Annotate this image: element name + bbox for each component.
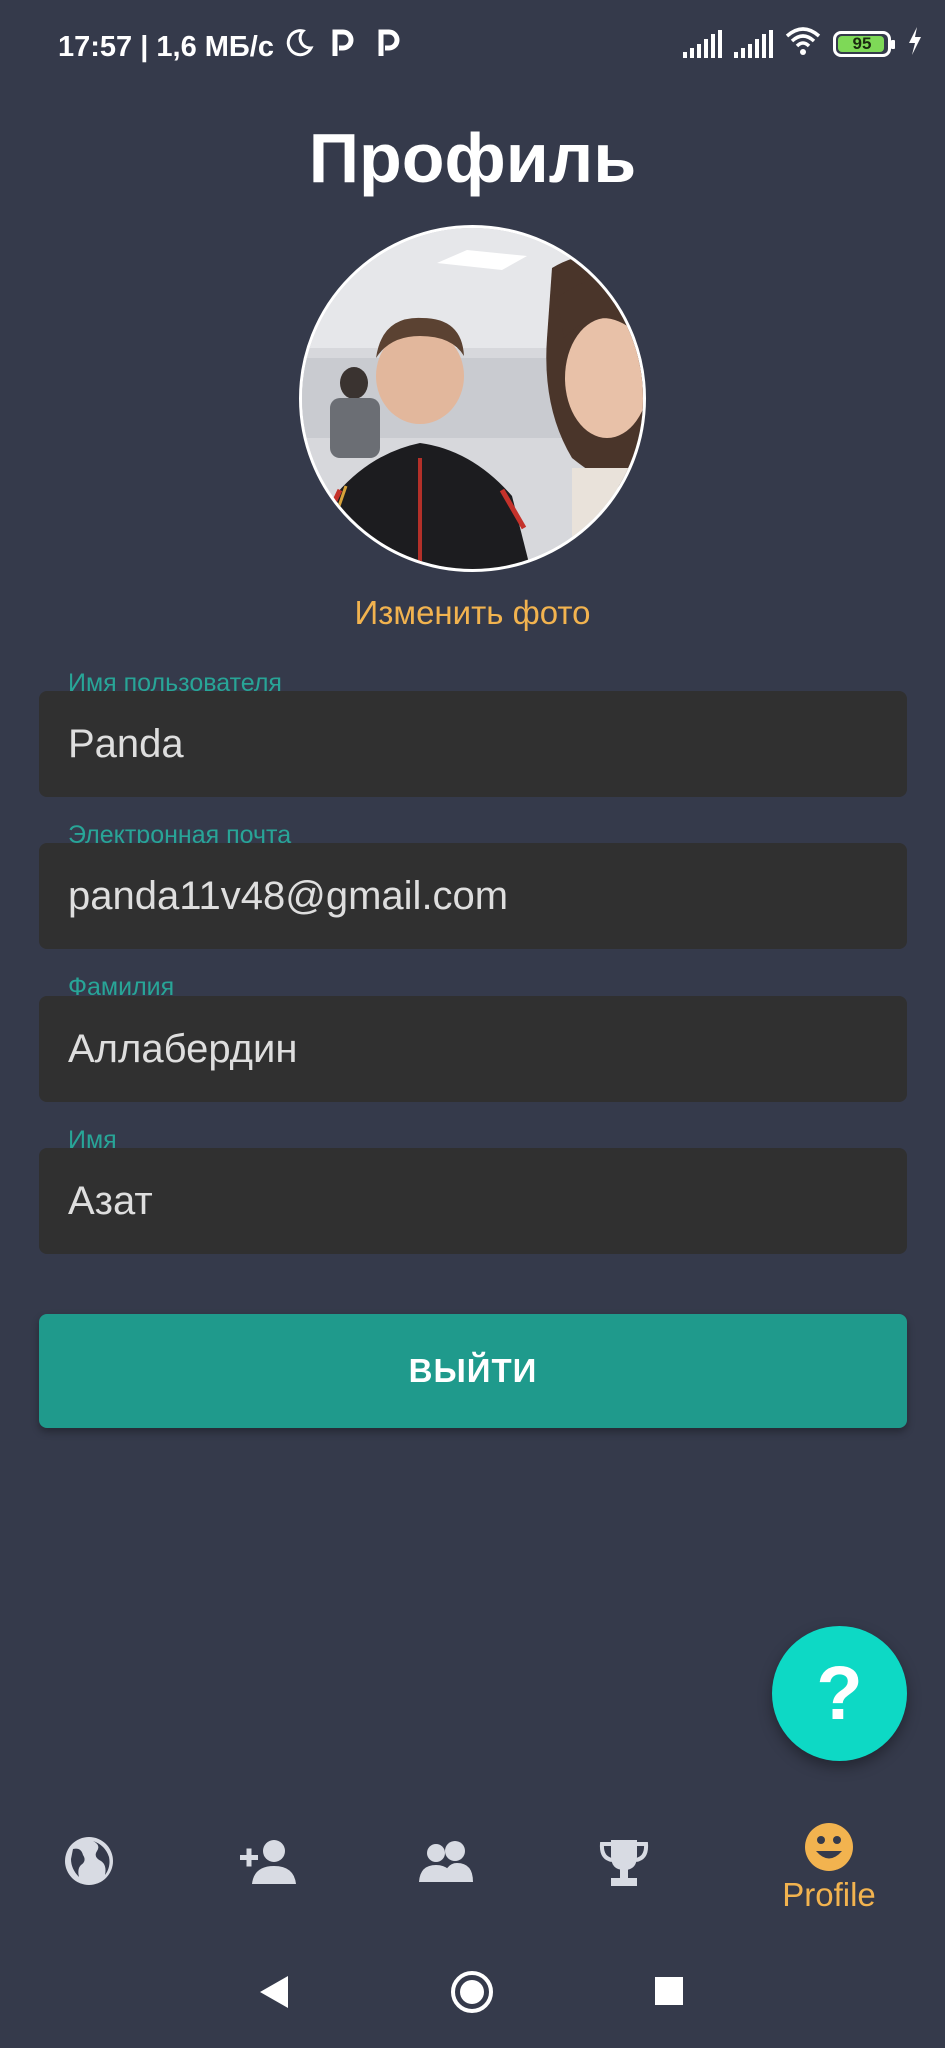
group-icon	[419, 1841, 473, 1882]
p-app-icon	[376, 28, 400, 66]
home-icon[interactable]	[450, 1970, 494, 2014]
username-value[interactable]: Panda	[68, 691, 888, 797]
status-right: 95	[683, 26, 923, 61]
change-photo-link[interactable]: Изменить фото	[0, 594, 945, 632]
signal-icon	[683, 29, 722, 58]
status-bar: 17:57 | 1,6 МБ/с 95	[0, 0, 945, 88]
help-fab-button[interactable]: ?	[772, 1626, 907, 1761]
smiley-icon	[805, 1823, 853, 1871]
bottom-nav: Profile	[0, 1800, 945, 1920]
nav-label-profile: Profile	[782, 1876, 876, 1913]
first-name-field[interactable]: Азат	[39, 1148, 907, 1254]
recents-icon[interactable]	[654, 1976, 684, 2006]
logout-button[interactable]: ВЫЙТИ	[39, 1314, 907, 1428]
p-app-icon	[330, 28, 354, 66]
nav-item-friends[interactable]	[371, 1840, 521, 1960]
wifi-icon	[785, 26, 821, 61]
add-person-icon	[240, 1840, 296, 1884]
battery-icon: 95	[833, 30, 895, 57]
username-field[interactable]: Panda	[39, 691, 907, 797]
nav-item-add-friend[interactable]	[194, 1838, 344, 1958]
moon-icon	[284, 28, 314, 66]
globe-icon	[65, 1837, 113, 1885]
nav-item-profile[interactable]: Profile	[754, 1822, 904, 1942]
battery-percent: 95	[852, 33, 872, 53]
surname-field[interactable]: Аллабердин	[39, 996, 907, 1102]
signal-icon	[734, 29, 773, 58]
profile-screen: 17:57 | 1,6 МБ/с 95 Профиль Изменить фот…	[0, 0, 945, 2048]
status-left: 17:57 | 1,6 МБ/с	[58, 28, 400, 66]
nav-item-globe[interactable]	[14, 1835, 164, 1955]
profile-photo	[302, 228, 643, 569]
charging-icon	[907, 27, 923, 60]
nav-item-trophy[interactable]	[549, 1838, 699, 1958]
back-icon[interactable]	[258, 1974, 290, 2010]
avatar[interactable]	[299, 225, 646, 572]
status-time-speed: 17:57 | 1,6 МБ/с	[58, 30, 274, 63]
email-value[interactable]: panda11v48@gmail.com	[68, 843, 888, 949]
question-icon: ?	[816, 1650, 863, 1736]
surname-value[interactable]: Аллабердин	[68, 996, 888, 1102]
trophy-icon	[599, 1840, 649, 1886]
page-title: Профиль	[308, 119, 637, 197]
first-name-value[interactable]: Азат	[68, 1148, 888, 1254]
system-nav-bar	[0, 1950, 945, 2048]
email-field[interactable]: panda11v48@gmail.com	[39, 843, 907, 949]
